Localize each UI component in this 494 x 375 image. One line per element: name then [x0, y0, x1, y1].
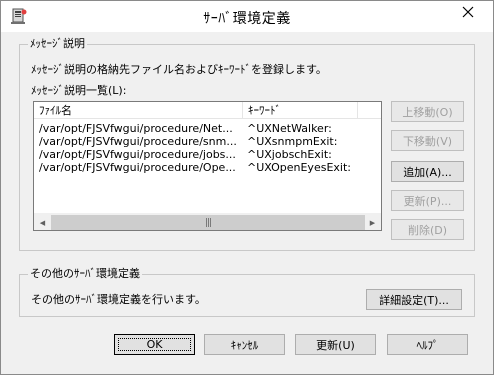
message-list[interactable]: ﾌｧｲﾙ名 ｷｰﾜｰﾄﾞ /var/opt/FJSVfwgui/procedur…	[33, 101, 382, 231]
list-item-filename: /var/opt/FJSVfwgui/procedure/jobs...	[39, 148, 236, 161]
dialog-window: ｻｰﾊﾞ環境定義 ﾒｯｾｰｼﾞ説明 ﾒｯｾｰｼﾞ説明の格納先ファイル名およびｷｰ…	[0, 0, 494, 375]
ok-button[interactable]: OK	[114, 334, 195, 355]
close-icon	[462, 6, 474, 21]
list-item-keyword: ^UXNetWalker:	[247, 122, 332, 135]
scroll-right-button[interactable]: ▶	[364, 214, 381, 231]
list-item-filename: /var/opt/FJSVfwgui/procedure/snm...	[39, 135, 237, 148]
add-button[interactable]: 追加(A)...	[391, 161, 464, 182]
move-up-button[interactable]: 上移動(O)	[391, 101, 464, 122]
message-group-label: ﾒｯｾｰｼﾞ説明	[28, 37, 87, 51]
message-list-label: ﾒｯｾｰｼﾞ説明一覧(L):	[31, 84, 127, 97]
horizontal-scrollbar[interactable]: ◀ ||| ▶	[34, 213, 381, 230]
list-item-filename: /var/opt/FJSVfwgui/procedure/Net...	[39, 122, 233, 135]
list-item-keyword: ^UXjobschExit:	[247, 148, 332, 161]
delete-button[interactable]: 削除(D)	[391, 219, 464, 240]
scroll-left-button[interactable]: ◀	[34, 214, 51, 231]
list-item-keyword: ^UXOpenEyesExit:	[247, 161, 351, 174]
apply-update-button[interactable]: 更新(U)	[295, 334, 376, 355]
list-header: ﾌｧｲﾙ名 ｷｰﾜｰﾄﾞ	[34, 102, 381, 119]
column-header-keyword[interactable]: ｷｰﾜｰﾄﾞ	[243, 102, 358, 119]
list-item[interactable]: /var/opt/FJSVfwgui/procedure/jobs... ^UX…	[34, 148, 381, 161]
arrow-left-icon: ◀	[39, 218, 46, 227]
other-group-label: その他のｻｰﾊﾞ環境定義	[28, 267, 142, 281]
detail-settings-button[interactable]: 詳細設定(T)...	[366, 289, 462, 310]
other-settings-description: その他のｻｰﾊﾞ環境定義を行います。	[31, 293, 206, 306]
update-entry-button[interactable]: 更新(P)...	[391, 190, 464, 211]
list-item[interactable]: /var/opt/FJSVfwgui/procedure/snm... ^UXs…	[34, 135, 381, 148]
message-description-text: ﾒｯｾｰｼﾞ説明の格納先ファイル名およびｷｰﾜｰﾄﾞを登録します。	[31, 63, 327, 76]
list-item-filename: /var/opt/FJSVfwgui/procedure/Ope...	[39, 161, 236, 174]
window-title: ｻｰﾊﾞ環境定義	[203, 11, 291, 27]
cancel-button[interactable]: ｷｬﾝｾﾙ	[204, 334, 285, 355]
arrow-right-icon: ▶	[369, 218, 376, 227]
list-item[interactable]: /var/opt/FJSVfwgui/procedure/Net... ^UXN…	[34, 122, 381, 135]
column-header-filename[interactable]: ﾌｧｲﾙ名	[34, 102, 243, 119]
scroll-thumb[interactable]: |||	[51, 215, 365, 230]
list-item-keyword: ^UXsnmpmExit:	[247, 135, 338, 148]
list-item[interactable]: /var/opt/FJSVfwgui/procedure/Ope... ^UXO…	[34, 161, 381, 174]
close-button[interactable]	[444, 1, 492, 25]
move-down-button[interactable]: 下移動(V)	[391, 130, 464, 151]
title-bar[interactable]: ｻｰﾊﾞ環境定義	[1, 1, 493, 32]
help-button[interactable]: ﾍﾙﾌﾟ	[387, 334, 468, 355]
focus-rectangle	[118, 338, 191, 351]
grip-icon: |||	[204, 217, 212, 228]
